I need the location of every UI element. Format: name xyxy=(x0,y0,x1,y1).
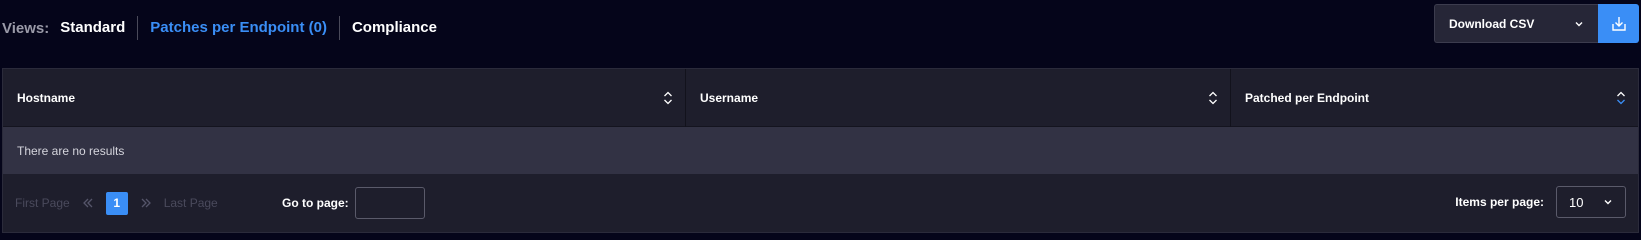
results-table: Hostname Username Patched per Endpoint T… xyxy=(2,68,1639,233)
column-label: Username xyxy=(700,91,759,105)
double-chevron-left-icon[interactable] xyxy=(82,197,94,209)
sort-icon xyxy=(664,91,672,105)
items-per-page-value: 10 xyxy=(1569,194,1584,210)
goto-page-label: Go to page: xyxy=(282,196,349,210)
items-per-page-select[interactable]: 10 xyxy=(1556,186,1626,218)
tab-standard[interactable]: Standard xyxy=(60,15,137,41)
sort-descending-icon xyxy=(1617,91,1625,105)
column-label: Patched per Endpoint xyxy=(1245,91,1370,105)
items-per-page: Items per page: 10 xyxy=(1455,186,1626,218)
download-csv-control: Download CSV xyxy=(1434,4,1639,43)
items-per-page-label: Items per page: xyxy=(1455,195,1544,209)
empty-message: There are no results xyxy=(17,143,125,158)
sort-icon xyxy=(1209,91,1217,105)
empty-results-row: There are no results xyxy=(3,127,1638,174)
goto-page: Go to page: xyxy=(282,187,425,219)
last-page-link[interactable]: Last Page xyxy=(164,196,218,210)
download-csv-dropdown[interactable]: Download CSV xyxy=(1434,4,1598,43)
download-icon xyxy=(1611,16,1626,31)
page: Views: Standard Patches per Endpoint (0)… xyxy=(0,0,1641,238)
views-label: Views: xyxy=(2,19,50,37)
column-header-patched-per-endpoint[interactable]: Patched per Endpoint xyxy=(1231,69,1638,127)
chevron-down-icon xyxy=(1604,200,1612,205)
first-page-link[interactable]: First Page xyxy=(15,196,70,210)
views-bar: Views: Standard Patches per Endpoint (0)… xyxy=(2,8,449,48)
pagination: First Page 1 Last Page Go to page: Items… xyxy=(3,174,1638,232)
column-header-hostname[interactable]: Hostname xyxy=(3,69,686,127)
tab-patches-per-endpoint[interactable]: Patches per Endpoint (0) xyxy=(138,15,339,41)
download-button[interactable] xyxy=(1598,4,1639,43)
column-header-username[interactable]: Username xyxy=(686,69,1231,127)
goto-page-input[interactable] xyxy=(354,187,425,219)
chevron-down-icon xyxy=(1575,21,1583,26)
page-number-current[interactable]: 1 xyxy=(105,191,128,215)
column-label: Hostname xyxy=(17,91,76,105)
download-csv-label: Download CSV xyxy=(1449,16,1535,31)
table-header: Hostname Username Patched per Endpoint xyxy=(3,69,1638,127)
tab-compliance[interactable]: Compliance xyxy=(340,15,449,41)
double-chevron-right-icon[interactable] xyxy=(140,197,152,209)
